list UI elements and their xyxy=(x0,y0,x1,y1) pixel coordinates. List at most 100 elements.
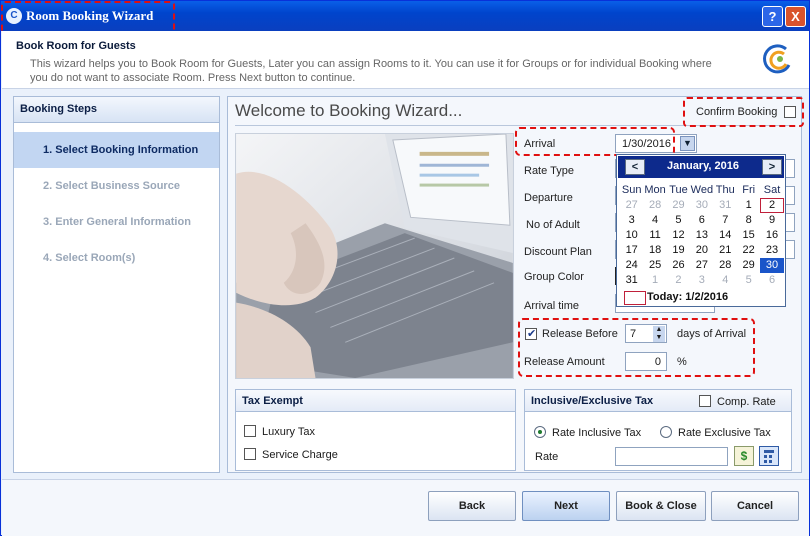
laptop-keyboard-image xyxy=(235,133,514,379)
calendar-day[interactable]: 27 xyxy=(690,258,713,273)
booking-steps-panel: Booking Steps 1. Select Booking Informat… xyxy=(13,96,220,473)
calendar-day[interactable]: 22 xyxy=(737,243,760,258)
calendar-day[interactable]: 29 xyxy=(667,198,690,213)
close-button[interactable]: X xyxy=(785,6,806,27)
header-description: This wizard helps you to Book Room for G… xyxy=(30,58,712,84)
calendar-next-month-icon[interactable]: > xyxy=(762,159,782,175)
comp-rate-checkbox[interactable] xyxy=(699,395,711,407)
calendar-day[interactable]: 30 xyxy=(690,198,713,213)
calendar-day[interactable]: 26 xyxy=(667,258,690,273)
luxury-tax-checkbox[interactable] xyxy=(244,425,256,437)
calendar-day[interactable]: 28 xyxy=(714,258,737,273)
calendar-day[interactable]: 31 xyxy=(714,198,737,213)
calendar-weekday: Tue xyxy=(669,184,688,196)
confirm-booking-highlight xyxy=(683,97,804,127)
group-color-label: Group Color xyxy=(524,271,584,283)
step-select-booking-information[interactable]: 1. Select Booking Information xyxy=(14,132,219,168)
calendar-day[interactable]: 1 xyxy=(737,198,760,213)
calendar-day[interactable]: 5 xyxy=(667,213,690,228)
calendar-day[interactable]: 31 xyxy=(620,273,643,288)
calendar-day[interactable]: 19 xyxy=(667,243,690,258)
luxury-tax-label: Luxury Tax xyxy=(262,426,315,438)
calendar-day[interactable]: 23 xyxy=(760,243,783,258)
calendar-day[interactable]: 10 xyxy=(620,228,643,243)
calendar-weekday: Mon xyxy=(644,184,666,196)
inclusive-exclusive-tax-panel: Inclusive/Exclusive Tax Comp. Rate Rate … xyxy=(524,389,792,471)
rate-type-label: Rate Type xyxy=(524,165,574,177)
service-charge-checkbox[interactable] xyxy=(244,448,256,460)
calendar-day[interactable]: 8 xyxy=(737,213,760,228)
calendar-day[interactable]: 21 xyxy=(714,243,737,258)
calendar-day[interactable]: 28 xyxy=(643,198,666,213)
rate-inclusive-radio[interactable] xyxy=(534,426,546,438)
calendar-day[interactable]: 11 xyxy=(643,228,666,243)
calendar-day[interactable]: 4 xyxy=(714,273,737,288)
calendar-day[interactable]: 16 xyxy=(760,228,783,243)
calendar-header: < January, 2016 > xyxy=(618,156,784,178)
calendar-day[interactable]: 18 xyxy=(643,243,666,258)
calendar-week-row: 10 11 12 13 14 15 16 xyxy=(620,228,784,243)
calendar-day[interactable]: 13 xyxy=(690,228,713,243)
calendar-weekday: Sun xyxy=(621,184,642,196)
calendar-day[interactable]: 24 xyxy=(620,258,643,273)
calendar-day[interactable]: 2 xyxy=(760,198,784,213)
calendar-day[interactable]: 9 xyxy=(760,213,783,228)
rate-exclusive-radio[interactable] xyxy=(660,426,672,438)
release-highlight xyxy=(518,318,755,377)
calendar-day[interactable]: 1 xyxy=(643,273,666,288)
page-title: Welcome to Booking Wizard... xyxy=(235,101,463,120)
booking-steps-title: Booking Steps xyxy=(14,97,219,123)
step-select-business-source[interactable]: 2. Select Business Source xyxy=(14,168,219,204)
calendar-today-label[interactable]: Today: 1/2/2016 xyxy=(619,291,728,303)
calendar-day[interactable]: 6 xyxy=(690,213,713,228)
calendar-day[interactable]: 4 xyxy=(643,213,666,228)
calendar-day[interactable]: 25 xyxy=(643,258,666,273)
discount-plan-label: Discount Plan xyxy=(524,246,592,258)
calendar-day[interactable]: 29 xyxy=(737,258,760,273)
calendar-day[interactable]: 30 xyxy=(760,258,784,273)
calendar-popup[interactable]: < January, 2016 > Sun Mon Tue Wed Thu Fri Sat 2… xyxy=(616,154,786,307)
arrival-dropdown-icon[interactable]: ▼ xyxy=(680,136,695,151)
title-bar[interactable]: C Room Booking Wizard ? X xyxy=(1,1,809,33)
help-button[interactable]: ? xyxy=(762,6,783,27)
step-select-rooms[interactable]: 4. Select Room(s) xyxy=(14,240,219,276)
departure-label: Departure xyxy=(524,192,573,204)
book-and-close-button[interactable]: Book & Close xyxy=(616,491,706,521)
calendar-day[interactable]: 12 xyxy=(667,228,690,243)
comp-rate-label: Comp. Rate xyxy=(717,396,776,408)
company-logo-icon xyxy=(763,44,791,74)
title-highlight xyxy=(1,1,175,33)
rate-label: Rate xyxy=(535,451,559,463)
arrival-time-label: Arrival time xyxy=(524,300,580,312)
calendar-week-row: 27 28 29 30 31 1 2 xyxy=(620,198,784,213)
wizard-footer: Back Next Book & Close Cancel xyxy=(2,479,809,536)
calendar-day[interactable]: 20 xyxy=(690,243,713,258)
calculator-icon[interactable] xyxy=(759,446,779,466)
next-button[interactable]: Next xyxy=(522,491,610,521)
calendar-day[interactable]: 2 xyxy=(667,273,690,288)
calendar-day[interactable]: 14 xyxy=(714,228,737,243)
calendar-day[interactable]: 3 xyxy=(620,213,643,228)
service-charge-label: Service Charge xyxy=(262,449,338,461)
calendar-day[interactable]: 3 xyxy=(690,273,713,288)
cancel-button[interactable]: Cancel xyxy=(711,491,799,521)
calendar-day[interactable]: 6 xyxy=(760,273,783,288)
wizard-header: Book Room for Guests This wizard helps y… xyxy=(2,31,809,89)
calendar-weekday: Sat xyxy=(763,184,781,196)
calendar-weekday: Wed xyxy=(690,184,714,196)
calendar-grid: Sun Mon Tue Wed Thu Fri Sat 27 28 29 30 31 1 2 3 4 5 6 7 8 9… xyxy=(620,183,784,288)
currency-icon[interactable]: $ xyxy=(734,446,754,466)
no-of-adult-label: No of Adult xyxy=(526,219,580,231)
arrival-highlight xyxy=(515,127,675,156)
calendar-day[interactable]: 5 xyxy=(737,273,760,288)
rate-input[interactable] xyxy=(615,447,728,466)
tax-exempt-title: Tax Exempt xyxy=(236,390,515,412)
step-enter-general-information[interactable]: 3. Enter General Information xyxy=(14,204,219,240)
back-button[interactable]: Back xyxy=(428,491,516,521)
tax-exempt-panel: Tax Exempt Luxury Tax Service Charge xyxy=(235,389,516,471)
calendar-day[interactable]: 27 xyxy=(620,198,643,213)
calendar-day[interactable]: 7 xyxy=(714,213,737,228)
calendar-prev-month-icon[interactable]: < xyxy=(625,159,645,175)
calendar-day[interactable]: 17 xyxy=(620,243,643,258)
calendar-day[interactable]: 15 xyxy=(737,228,760,243)
